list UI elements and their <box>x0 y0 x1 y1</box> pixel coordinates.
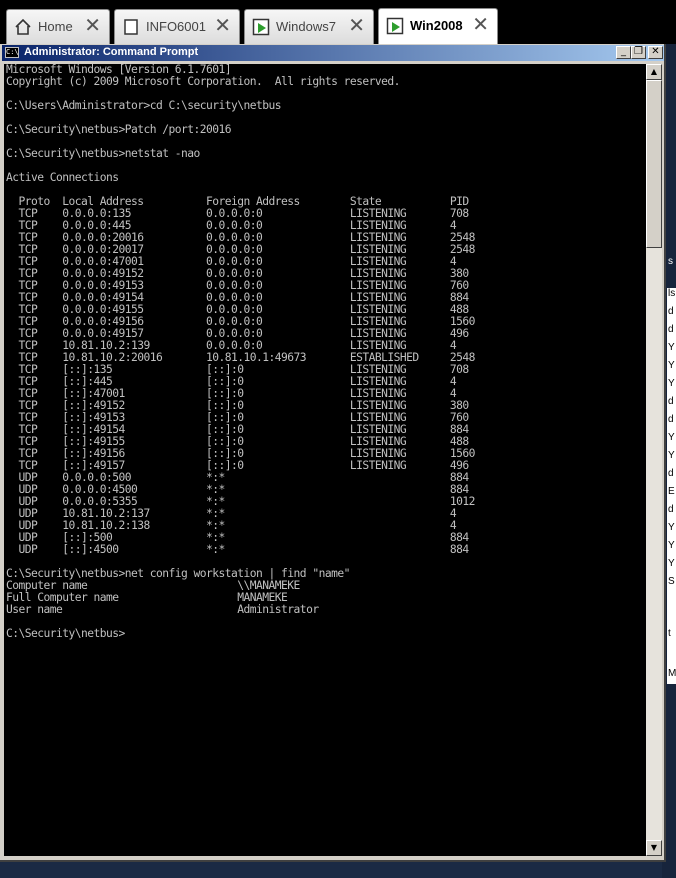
bg-letter: d <box>668 306 674 317</box>
console-line: Copyright (c) 2009 Microsoft Corporation… <box>6 75 400 88</box>
console-line: C:\Security\netbus>netstat -nao <box>6 147 200 160</box>
scroll-down-button[interactable]: ▼ <box>646 840 662 856</box>
minimize-button[interactable]: _ <box>616 46 631 59</box>
window-title-bar[interactable]: C:\ Administrator: Command Prompt _ ❐ ✕ <box>2 45 664 61</box>
console-line: Active Connections <box>6 171 119 184</box>
close-button[interactable]: ✕ <box>648 46 663 59</box>
bg-letter: E <box>668 486 675 497</box>
tab-close-icon[interactable]: ✕ <box>214 14 231 36</box>
bg-letter: Y <box>668 558 675 569</box>
tab-home[interactable]: Home ✕ <box>6 9 110 44</box>
bg-letter: Y <box>668 342 675 353</box>
vm-play-icon <box>252 18 270 36</box>
tab-label: Windows7 <box>276 19 336 34</box>
tab-close-icon[interactable]: ✕ <box>472 13 489 35</box>
bg-letter: Y <box>668 522 675 533</box>
vm-play-icon <box>386 17 404 35</box>
vertical-scrollbar[interactable]: ▲ ▼ <box>646 64 662 856</box>
bg-letter: Y <box>668 360 675 371</box>
console-output[interactable]: Microsoft Windows [Version 6.1.7601] Cop… <box>4 64 646 856</box>
bg-letter: d <box>668 468 674 479</box>
console-line: C:\Users\Administrator>cd C:\security\ne… <box>6 99 282 112</box>
bg-letter: Y <box>668 432 675 443</box>
bg-letter: Y <box>668 450 675 461</box>
tab-label: Home <box>38 19 73 34</box>
command-prompt-window: C:\ Administrator: Command Prompt _ ❐ ✕ … <box>0 44 666 862</box>
document-icon <box>124 19 138 35</box>
bg-letter: d <box>668 504 674 515</box>
background-window-list: ls d d Y Y Y d d Y Y d E d Y Y Y S t M <box>667 288 676 684</box>
tab-info6001[interactable]: INFO6001 ✕ <box>114 9 240 44</box>
console-line: UDP [::]:4500 *:* 884 <box>6 543 470 556</box>
console-text: Microsoft Windows [Version 6.1.7601] Cop… <box>4 64 646 640</box>
cmd-icon: C:\ <box>5 47 19 58</box>
scroll-thumb[interactable] <box>646 80 662 248</box>
scroll-up-button[interactable]: ▲ <box>646 64 662 80</box>
bg-letter: s <box>668 256 673 267</box>
bg-letter: Y <box>668 540 675 551</box>
browser-tab-bar: Home ✕ INFO6001 ✕ Windows7 ✕ Win2008 ✕ <box>0 0 676 44</box>
tab-windows7[interactable]: Windows7 ✕ <box>244 9 374 44</box>
tab-label: Win2008 <box>410 18 463 33</box>
home-icon <box>15 18 31 35</box>
console-line: User name Administrator <box>6 603 319 616</box>
window-title: Administrator: Command Prompt <box>24 46 199 58</box>
tab-label: INFO6001 <box>146 19 206 34</box>
tab-close-icon[interactable]: ✕ <box>84 14 101 36</box>
bg-letter: ls <box>668 288 676 299</box>
bg-letter: t <box>668 628 671 639</box>
bg-letter: d <box>668 324 674 335</box>
bg-letter: d <box>668 396 674 407</box>
restore-button[interactable]: ❐ <box>631 46 646 59</box>
bg-letter: M <box>668 668 676 679</box>
tab-win2008[interactable]: Win2008 ✕ <box>378 8 498 44</box>
bg-letter: S <box>668 576 675 587</box>
bg-letter: Y <box>668 378 675 389</box>
tab-close-icon[interactable]: ✕ <box>348 14 365 36</box>
console-line: C:\Security\netbus> <box>6 627 125 640</box>
bg-letter: d <box>668 414 674 425</box>
console-line: C:\Security\netbus>Patch /port:20016 <box>6 123 232 136</box>
